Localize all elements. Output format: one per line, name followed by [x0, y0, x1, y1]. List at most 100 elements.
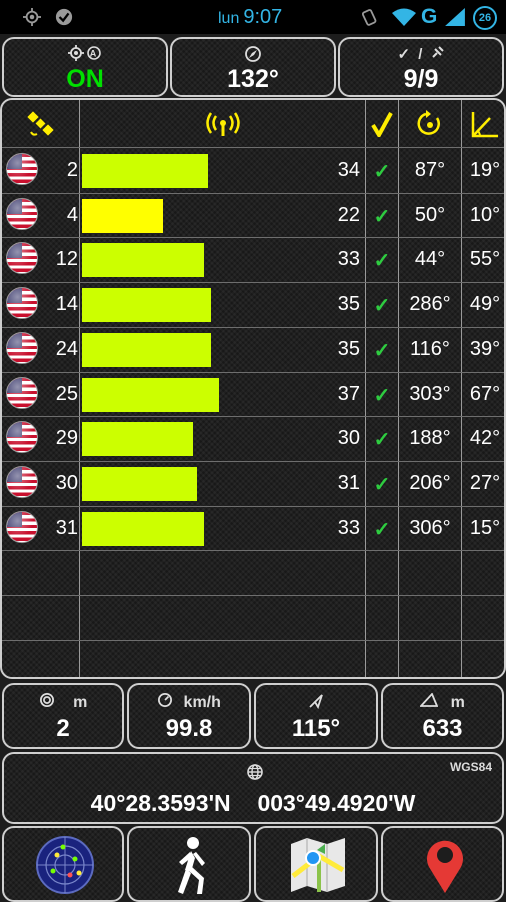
satellites-count-value: 9/9 [403, 65, 439, 93]
table-row[interactable]: 12 33 ✓ 44° 55° [2, 237, 504, 282]
satellite-elevation: 42° [469, 427, 501, 450]
satellite-azimuth: 50° [414, 203, 446, 226]
altitude-icon [419, 692, 439, 707]
used-in-fix-check: ✓ [373, 384, 391, 407]
satellite-used-icon: ✓ / [340, 45, 502, 63]
used-in-fix-check: ✓ [373, 518, 391, 541]
satellite-azimuth: 286° [409, 293, 451, 316]
speed-panel[interactable]: km/h 99.8 [127, 683, 251, 749]
us-flag-icon [6, 376, 38, 409]
row-divider [2, 505, 504, 507]
satellite-azimuth: 206° [409, 471, 451, 494]
altitude-unit: m [450, 694, 465, 711]
us-flag-icon [6, 331, 38, 364]
header-azimuth[interactable] [399, 100, 461, 147]
used-in-fix-check: ✓ [373, 205, 391, 228]
satellite-used-label: ✓ / [397, 46, 431, 63]
satellite-table: 2 34 ✓ 87° 19° 4 22 ✓ 50° 10° 12 33 ✓ 44° 55° 14 35 ✓ 286°… [0, 98, 506, 679]
row-divider [2, 639, 504, 641]
speed-value: 99.8 [165, 715, 213, 742]
satellite-prn: 30 [55, 471, 78, 494]
accuracy-panel[interactable]: m 2 [2, 683, 124, 749]
altitude-value: 633 [422, 715, 463, 742]
satellites-count-panel[interactable]: ✓ / 9/9 [338, 37, 504, 97]
signal-strength-icon [445, 8, 465, 26]
location-pin-icon [427, 840, 463, 893]
signal-bar [82, 243, 204, 278]
table-row[interactable]: 31 33 ✓ 306° 15° [2, 506, 504, 551]
satellite-elevation: 55° [469, 248, 501, 271]
datum-label: WGS84 [449, 760, 492, 774]
signal-snr: 33 [337, 248, 360, 271]
notification-badge: 26 [473, 6, 497, 30]
us-flag-icon [6, 421, 38, 454]
satellite-prn: 12 [55, 248, 78, 271]
gps-fix-icon: A [4, 45, 166, 65]
radar-icon [36, 836, 94, 894]
satellite-prn: 24 [55, 337, 78, 360]
signal-snr: 22 [337, 203, 360, 226]
satellite-prn: 25 [55, 382, 78, 405]
header-signal[interactable] [80, 100, 365, 147]
globe-icon [247, 764, 263, 780]
row-divider [2, 416, 504, 418]
heading-value: 132° [227, 65, 279, 93]
bearing-label [256, 693, 376, 714]
satellite-elevation: 15° [469, 516, 501, 539]
signal-bar [82, 377, 219, 412]
us-flag-icon [6, 242, 38, 275]
header-elevation[interactable] [462, 100, 504, 147]
table-row[interactable]: 25 37 ✓ 303° 67° [2, 372, 504, 417]
bearing-value: 115° [291, 715, 341, 742]
satellite-prn: 31 [55, 516, 78, 539]
row-divider [2, 237, 504, 239]
coordinates-panel[interactable]: WGS84 40°28.3593'N 003°49.4920'W [2, 752, 504, 824]
table-row[interactable]: 29 30 ✓ 188° 42° [2, 416, 504, 461]
used-in-fix-check: ✓ [373, 429, 391, 452]
table-row[interactable]: 30 31 ✓ 206° 27° [2, 461, 504, 506]
walk-mode-button[interactable] [127, 826, 251, 902]
signal-icon [205, 111, 240, 136]
bearing-panel[interactable]: 115° [254, 683, 378, 749]
rotate-icon [361, 9, 377, 26]
satellite-elevation: 39° [469, 337, 501, 360]
satellite-icon [26, 110, 54, 136]
map-icon [291, 838, 345, 892]
signal-snr: 35 [337, 337, 360, 360]
gps-status-panel[interactable]: A ON [2, 37, 168, 97]
row-divider [2, 550, 504, 552]
heading-panel[interactable]: 132° [170, 37, 336, 97]
row-divider [2, 282, 504, 284]
us-flag-icon [6, 287, 38, 320]
used-in-fix-check: ✓ [373, 473, 391, 496]
longitude-value: 003°49.4920'W [257, 790, 416, 816]
location-pin-button[interactable] [381, 826, 504, 902]
satellite-azimuth: 44° [414, 248, 446, 271]
check-icon [371, 111, 393, 137]
table-row[interactable]: 4 22 ✓ 50° 10° [2, 193, 504, 238]
radar-view-button[interactable] [2, 826, 124, 902]
map-view-button[interactable] [254, 826, 378, 902]
walking-person-icon [178, 837, 205, 894]
table-row[interactable]: 14 35 ✓ 286° 49° [2, 282, 504, 327]
satellite-prn: 14 [55, 293, 78, 316]
row-divider [2, 192, 504, 194]
satellite-elevation: 67° [469, 382, 501, 405]
clock-time: 9:07 [243, 6, 283, 28]
header-used[interactable] [366, 100, 398, 147]
check-notification-icon [55, 8, 73, 26]
altitude-panel[interactable]: m 633 [381, 683, 504, 749]
header-satellite[interactable] [2, 100, 79, 147]
satellite-prn: 29 [55, 427, 78, 450]
signal-snr: 31 [337, 471, 360, 494]
table-row[interactable]: 2 34 ✓ 87° 19° [2, 148, 504, 193]
satellite-azimuth: 188° [409, 427, 451, 450]
satellite-azimuth: 303° [409, 382, 451, 405]
latitude-value: 40°28.3593'N [90, 790, 231, 816]
signal-snr: 34 [337, 159, 360, 181]
speed-label: km/h [129, 693, 249, 712]
row-divider [2, 371, 504, 373]
table-row[interactable]: 24 35 ✓ 116° 39° [2, 327, 504, 372]
signal-snr: 37 [337, 382, 360, 405]
satellite-elevation: 27° [469, 471, 501, 494]
